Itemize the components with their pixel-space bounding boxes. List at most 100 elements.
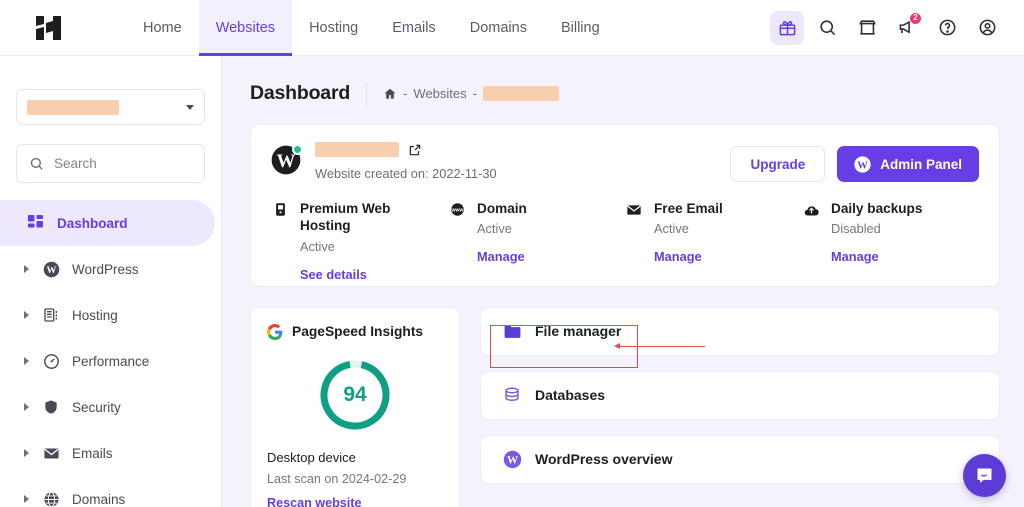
sidebar-item-label: Dashboard xyxy=(57,215,128,231)
sidebar-item-wordpress[interactable]: W WordPress xyxy=(0,246,221,292)
selected-website-redacted xyxy=(27,99,119,115)
nav-item-hosting[interactable]: Hosting xyxy=(292,0,375,56)
pagespeed-rescan-link[interactable]: Rescan website xyxy=(267,496,443,507)
service-domain: www Domain Active Manage xyxy=(448,200,625,282)
nav-item-billing[interactable]: Billing xyxy=(544,0,617,56)
shield-icon xyxy=(41,399,61,415)
main-nav: Home Websites Hosting Emails Domains Bil… xyxy=(126,0,617,56)
website-name-row xyxy=(315,142,497,157)
status-dot xyxy=(292,144,303,155)
website-name-redacted xyxy=(315,142,399,157)
database-icon xyxy=(502,386,522,404)
account-icon[interactable] xyxy=(970,11,1004,45)
pagespeed-gauge: 94 xyxy=(317,357,393,433)
sidebar-search[interactable]: Search xyxy=(16,144,205,183)
gauge-icon xyxy=(41,353,61,370)
chat-launcher[interactable] xyxy=(963,454,1006,497)
svg-text:W: W xyxy=(857,160,868,171)
sidebar-item-security[interactable]: Security xyxy=(0,384,221,430)
chat-bubble-icon xyxy=(977,468,992,483)
chevron-right-icon xyxy=(24,311,29,319)
tile-label: Databases xyxy=(535,387,606,404)
notification-badge: 2 xyxy=(909,11,922,25)
nav-label: Hosting xyxy=(309,19,359,36)
home-icon[interactable] xyxy=(383,87,397,101)
chevron-right-icon xyxy=(24,265,29,273)
breadcrumb-sep-right: - xyxy=(472,86,477,101)
nav-item-websites[interactable]: Websites xyxy=(198,0,293,56)
search-icon[interactable] xyxy=(810,11,844,45)
website-actions: Upgrade W Admin Panel xyxy=(730,142,979,182)
service-link-see-details[interactable]: See details xyxy=(300,267,405,282)
website-selector[interactable] xyxy=(16,89,205,125)
sidebar: Search Dashboard W WordPress Hosting Per… xyxy=(0,56,222,507)
www-globe-icon: www xyxy=(448,200,466,282)
wordpress-icon: W xyxy=(502,450,522,469)
page-title: Dashboard xyxy=(250,82,351,104)
pagespeed-header: PageSpeed Insights xyxy=(267,323,443,340)
store-icon[interactable] xyxy=(850,11,884,45)
upgrade-button[interactable]: Upgrade xyxy=(730,146,826,182)
upgrade-label: Upgrade xyxy=(750,156,806,172)
admin-panel-button[interactable]: W Admin Panel xyxy=(837,146,979,182)
pagespeed-score: 94 xyxy=(343,382,367,406)
sidebar-search-placeholder: Search xyxy=(54,156,97,171)
nav-item-emails[interactable]: Emails xyxy=(375,0,453,56)
service-title: Daily backups xyxy=(831,201,923,216)
cloud-upload-icon xyxy=(802,200,820,282)
service-link-manage-backups[interactable]: Manage xyxy=(831,249,922,264)
nav-label: Home xyxy=(143,19,182,36)
tile-file-manager[interactable]: File manager xyxy=(480,306,1000,356)
svg-text:W: W xyxy=(277,151,296,172)
envelope-icon xyxy=(625,200,643,282)
admin-panel-label: Admin Panel xyxy=(880,156,962,172)
service-link-manage-domain[interactable]: Manage xyxy=(477,249,527,264)
website-meta: Website created on: 2022-11-30 xyxy=(315,142,497,181)
sidebar-item-domains[interactable]: Domains xyxy=(0,476,221,507)
pagespeed-device: Desktop device xyxy=(267,449,356,465)
sidebar-item-dashboard[interactable]: Dashboard xyxy=(0,200,215,246)
sidebar-item-label: Performance xyxy=(72,353,150,369)
wordpress-icon: W xyxy=(271,144,303,175)
website-header-row: W Website created on: 2022-11-30 Upgrade xyxy=(271,142,979,182)
grid-icon xyxy=(26,215,46,231)
service-title: Domain xyxy=(477,201,527,216)
service-status: Active xyxy=(300,238,335,254)
gift-icon[interactable] xyxy=(770,10,804,45)
service-backups: Daily backups Disabled Manage xyxy=(802,200,979,282)
sidebar-item-performance[interactable]: Performance xyxy=(0,338,221,384)
tile-label: File manager xyxy=(535,323,622,340)
svg-text:W: W xyxy=(506,454,517,466)
notifications-icon[interactable]: 2 xyxy=(890,11,924,45)
sidebar-item-emails[interactable]: Emails xyxy=(0,430,221,476)
tile-databases[interactable]: Databases xyxy=(480,370,1000,420)
chevron-right-icon xyxy=(24,449,29,457)
chevron-right-icon xyxy=(24,357,29,365)
sidebar-item-hosting[interactable]: Hosting xyxy=(0,292,221,338)
chevron-right-icon xyxy=(24,403,29,411)
breadcrumb-websites[interactable]: Websites xyxy=(413,86,466,101)
lower-section: PageSpeed Insights 94 Desktop device Las… xyxy=(250,306,1000,507)
breadcrumb: - Websites - xyxy=(383,86,559,101)
hostinger-logo[interactable] xyxy=(26,14,72,42)
server-icon xyxy=(41,307,61,323)
nav-item-home[interactable]: Home xyxy=(126,0,199,56)
tile-wordpress-overview[interactable]: W WordPress overview xyxy=(480,434,1000,484)
services-row: Premium Web Hosting Active See details w… xyxy=(271,200,979,286)
top-navigation-bar: Home Websites Hosting Emails Domains Bil… xyxy=(0,0,1024,56)
page-header: Dashboard - Websites - xyxy=(250,82,1000,105)
sidebar-menu: Dashboard W WordPress Hosting Performanc… xyxy=(0,200,221,507)
envelope-icon xyxy=(41,445,61,462)
wordpress-icon: W xyxy=(41,261,61,278)
service-hosting: Premium Web Hosting Active See details xyxy=(271,200,448,282)
website-created-date: Website created on: 2022-11-30 xyxy=(315,166,497,181)
pagespeed-last-scan: Last scan on 2024-02-29 xyxy=(267,471,407,486)
sidebar-item-label: Hosting xyxy=(72,307,118,323)
external-link-icon[interactable] xyxy=(408,143,422,157)
nav-item-domains[interactable]: Domains xyxy=(453,0,544,56)
service-status: Disabled xyxy=(831,221,881,237)
help-icon[interactable] xyxy=(930,11,964,45)
svg-text:www: www xyxy=(450,207,463,213)
tile-label: WordPress overview xyxy=(535,451,673,468)
service-link-manage-email[interactable]: Manage xyxy=(654,249,723,264)
